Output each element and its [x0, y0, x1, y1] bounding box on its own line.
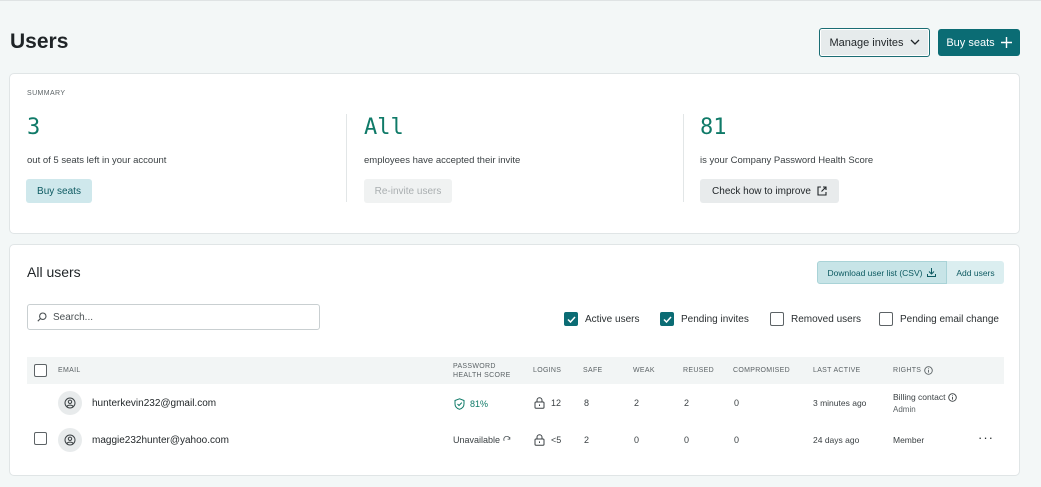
- user-icon: [64, 434, 76, 446]
- removed-users-checkbox[interactable]: [770, 312, 784, 326]
- lock-icon: [534, 434, 545, 446]
- column-email[interactable]: EMAIL: [58, 366, 81, 375]
- safe-value: 8: [584, 398, 590, 408]
- check-icon: [566, 315, 576, 323]
- health-score-cell: 81%: [454, 398, 488, 410]
- column-health-score[interactable]: PASSWORD HEALTH SCORE: [453, 362, 511, 380]
- search-icon: [37, 312, 47, 322]
- manage-invites-button[interactable]: Manage invites: [819, 28, 930, 57]
- column-compromised[interactable]: COMPROMISED: [733, 366, 790, 375]
- user-icon: [64, 397, 76, 409]
- info-icon[interactable]: [948, 392, 958, 402]
- last-active-value: 3 minutes ago: [813, 398, 867, 408]
- pending-email-change-label: Pending email change: [900, 313, 999, 325]
- table-row[interactable]: hunterkevin232@gmail.com 81% 12 8 2 2 0 …: [27, 385, 1004, 421]
- download-user-list-button[interactable]: Download user list (CSV): [817, 261, 947, 284]
- filter-removed-users[interactable]: Removed users: [770, 312, 861, 326]
- check-icon: [662, 315, 672, 323]
- buy-seats-label: Buy seats: [946, 36, 995, 49]
- rights-primary-label: Billing contact: [893, 392, 946, 402]
- pending-invites-checkbox[interactable]: [660, 312, 674, 326]
- lock-icon: [534, 397, 545, 409]
- rights-primary: Member: [893, 435, 925, 445]
- reused-value: 0: [684, 435, 690, 445]
- info-icon[interactable]: [924, 366, 933, 375]
- compromised-value: 0: [734, 398, 740, 408]
- reinvite-users-button[interactable]: Re-invite users: [364, 179, 452, 203]
- removed-users-label: Removed users: [791, 313, 862, 325]
- all-users-title: All users: [27, 264, 81, 280]
- check-how-to-improve-label: Check how to improve: [712, 185, 811, 197]
- search-field[interactable]: [27, 304, 320, 330]
- rights-primary: Billing contact: [893, 392, 958, 402]
- search-input[interactable]: [53, 311, 293, 323]
- add-users-button[interactable]: Add users: [947, 261, 1004, 284]
- health-score-desc: is your Company Password Health Score: [700, 155, 874, 166]
- chevron-down-icon: [910, 39, 919, 45]
- shield-icon: [454, 398, 465, 410]
- user-email[interactable]: hunterkevin232@gmail.com: [92, 398, 216, 409]
- manage-invites-label: Manage invites: [829, 36, 904, 49]
- rights-secondary: Admin: [893, 405, 916, 414]
- pending-invites-label: Pending invites: [681, 313, 749, 325]
- safe-value: 2: [584, 435, 590, 445]
- invites-desc: employees have accepted their invite: [364, 155, 521, 166]
- column-logins[interactable]: LOGINS: [533, 366, 561, 375]
- column-rights-label: RIGHTS: [893, 367, 922, 374]
- row-more-options-button[interactable]: ···: [978, 430, 994, 445]
- buy-seats-button[interactable]: Buy seats: [938, 29, 1020, 56]
- compromised-value: 0: [734, 435, 740, 445]
- page-title: Users: [10, 30, 69, 53]
- table-row[interactable]: maggie232hunter@yahoo.com Unavailable <5…: [27, 422, 1004, 458]
- user-email[interactable]: maggie232hunter@yahoo.com: [92, 435, 229, 446]
- summary-card: SUMMARY 3 out of 5 seats left in your ac…: [9, 73, 1020, 234]
- invites-value: All: [364, 115, 404, 140]
- seats-left-desc: out of 5 seats left in your account: [27, 155, 167, 166]
- summary-divider: [683, 114, 684, 202]
- table-header: EMAIL PASSWORD HEALTH SCORE LOGINS SAFE …: [27, 357, 1004, 384]
- avatar: [58, 391, 82, 415]
- filter-active-users[interactable]: Active users: [564, 312, 639, 326]
- avatar: [58, 428, 82, 452]
- summary-label: SUMMARY: [27, 90, 66, 97]
- logins-value: <5: [551, 435, 562, 445]
- column-last-active[interactable]: LAST ACTIVE: [813, 366, 861, 375]
- filter-pending-email-change[interactable]: Pending email change: [879, 312, 999, 326]
- download-icon: [927, 268, 937, 277]
- weak-value: 2: [634, 398, 640, 408]
- health-score-value: Unavailable: [453, 435, 501, 445]
- seats-left-value: 3: [27, 115, 41, 140]
- filter-pending-invites[interactable]: Pending invites: [660, 312, 749, 326]
- health-score-cell: Unavailable: [453, 435, 511, 445]
- refresh-icon[interactable]: [503, 436, 511, 444]
- weak-value: 0: [634, 435, 640, 445]
- column-safe[interactable]: SAFE: [583, 366, 602, 375]
- select-all-checkbox[interactable]: [34, 364, 47, 377]
- active-users-checkbox[interactable]: [564, 312, 578, 326]
- external-link-icon: [817, 186, 827, 196]
- all-users-card: All users Download user list (CSV) Add u…: [9, 244, 1020, 476]
- health-score-value: 81: [700, 115, 727, 140]
- last-active-value: 24 days ago: [813, 435, 860, 445]
- top-divider: [0, 0, 1041, 1]
- logins-cell: <5: [534, 434, 561, 446]
- column-health-score-line2: HEALTH SCORE: [453, 372, 511, 379]
- logins-value: 12: [551, 398, 562, 408]
- pending-email-change-checkbox[interactable]: [879, 312, 893, 326]
- column-rights: RIGHTS: [893, 366, 933, 375]
- column-health-score-line1: PASSWORD: [453, 363, 496, 370]
- column-weak[interactable]: WEAK: [633, 366, 655, 375]
- summary-buy-seats-button[interactable]: Buy seats: [26, 179, 92, 203]
- reused-value: 2: [684, 398, 690, 408]
- health-score-value: 81%: [470, 399, 489, 409]
- logins-cell: 12: [534, 397, 561, 409]
- plus-icon: [1000, 37, 1012, 48]
- row-checkbox[interactable]: [34, 432, 47, 445]
- summary-divider: [346, 114, 347, 202]
- column-reused[interactable]: REUSED: [683, 366, 714, 375]
- check-how-to-improve-button[interactable]: Check how to improve: [700, 179, 839, 203]
- download-user-list-label: Download user list (CSV): [827, 267, 923, 278]
- active-users-label: Active users: [585, 313, 640, 325]
